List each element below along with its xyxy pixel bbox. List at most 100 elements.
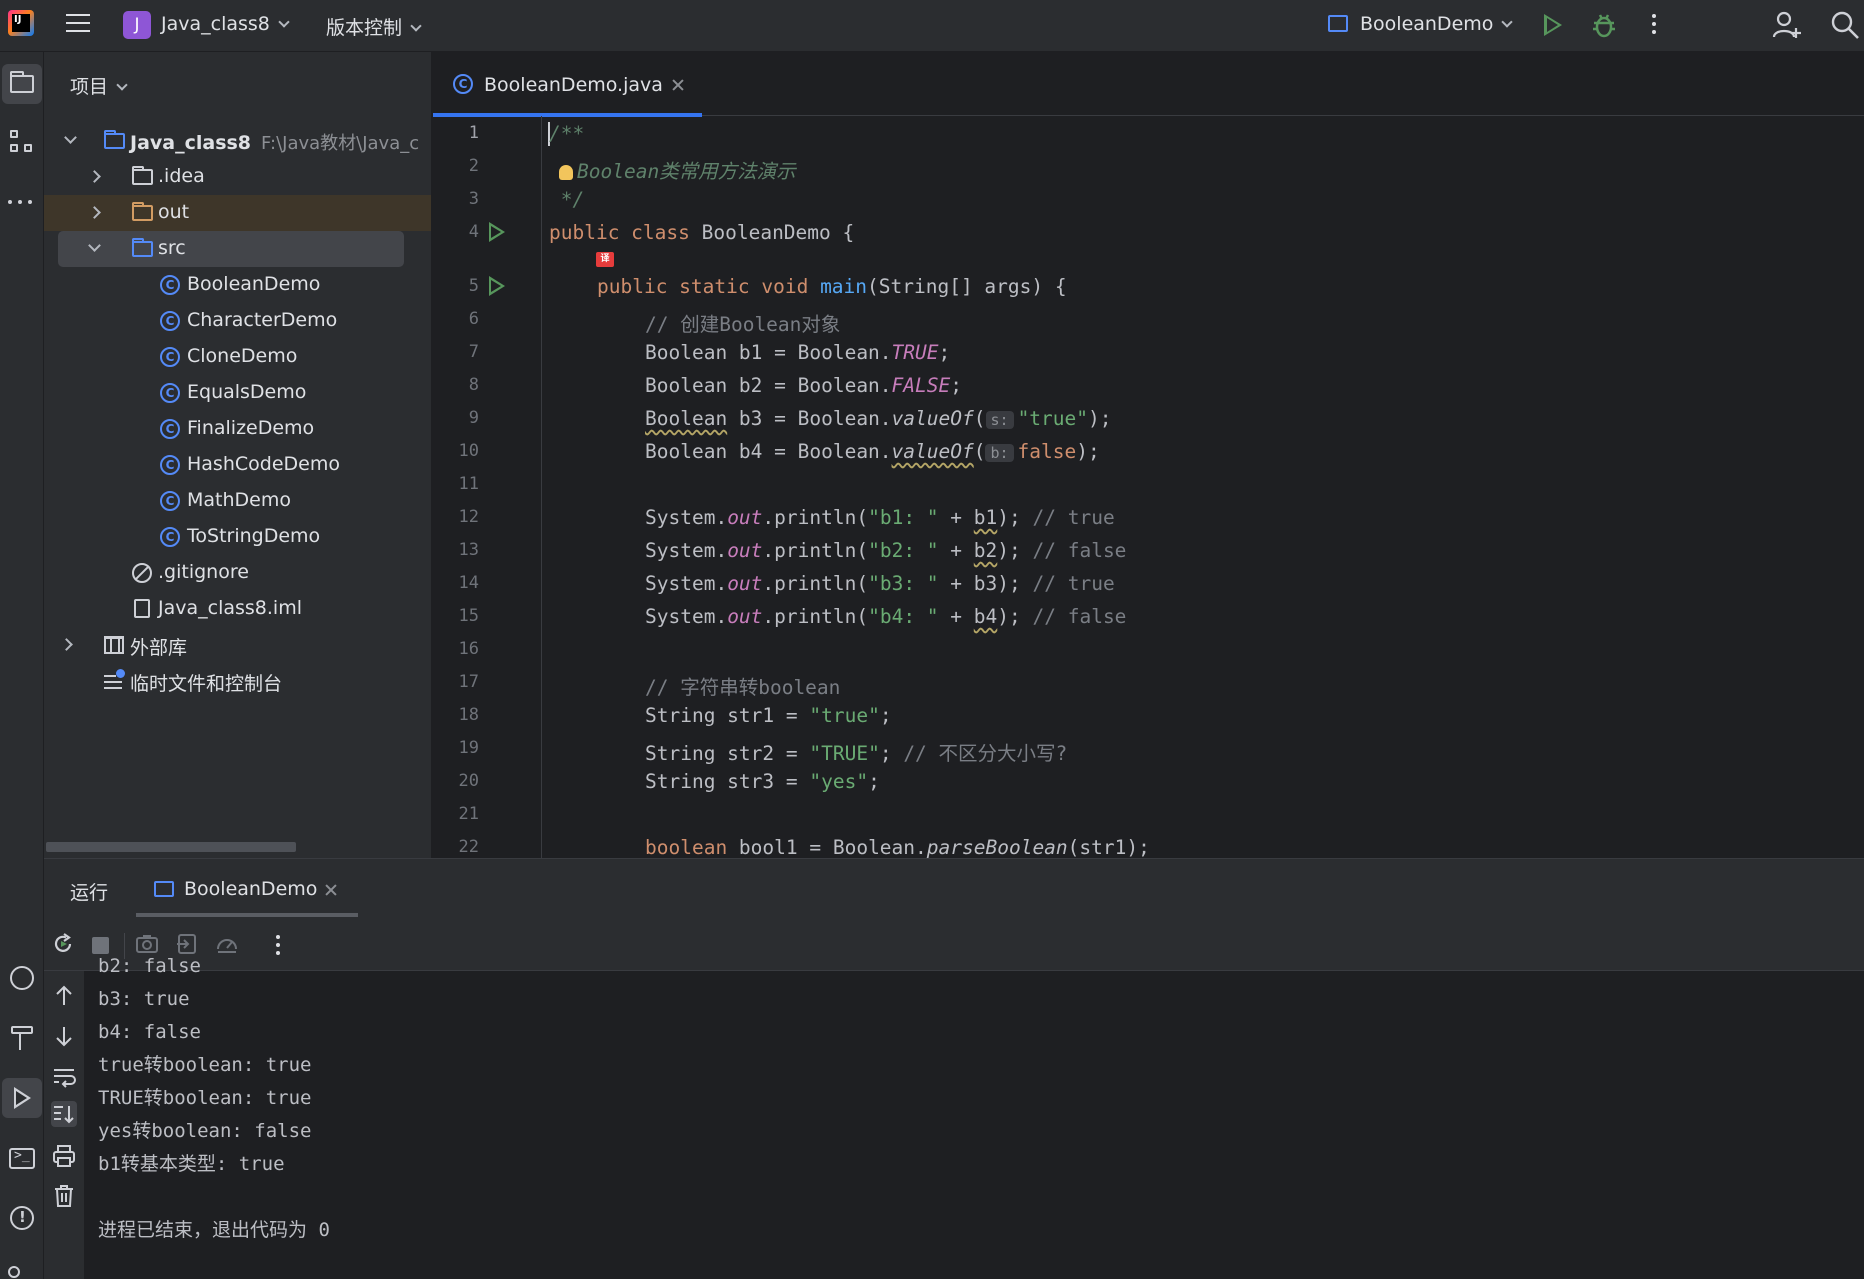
code-line-12[interactable]: System.out.println("b1: " + b1); // true xyxy=(645,506,1115,529)
tree-item-class[interactable]: C CharacterDemo xyxy=(44,303,431,339)
console-line: 进程已结束，退出代码为 0 xyxy=(98,1219,330,1241)
print-icon[interactable] xyxy=(51,1143,77,1169)
collapse-arrow-icon[interactable] xyxy=(88,239,101,252)
code-line-9[interactable]: Boolean b3 = Boolean.valueOf(s: "true"); xyxy=(645,407,1112,430)
run-panel-title: 运行 xyxy=(70,882,109,904)
services-tool-button[interactable] xyxy=(2,958,42,998)
java-class-icon: C xyxy=(160,275,180,295)
left-tool-strip xyxy=(0,52,44,1279)
tree-item-class[interactable]: C CloneDemo xyxy=(44,339,431,375)
tree-item-scratches[interactable]: 临时文件和控制台 xyxy=(44,663,431,699)
code-line-2[interactable]: Boolean类常用方法演示 xyxy=(559,155,796,184)
build-tool-button[interactable] xyxy=(2,1018,42,1058)
run-tab-booleandemo[interactable]: BooleanDemo xyxy=(136,859,358,919)
tree-item-src[interactable]: src xyxy=(58,231,404,267)
code-line-13[interactable]: System.out.println("b2: " + b2); // fals… xyxy=(645,539,1126,562)
code-line-8[interactable]: Boolean b2 = Boolean.FALSE; xyxy=(645,374,962,397)
title-bar: IJ J Java_class8 版本控制 BooleanDemo xyxy=(0,0,1864,52)
more-tools-icon[interactable] xyxy=(2,182,42,222)
trash-icon[interactable] xyxy=(51,1183,77,1209)
code-line-18[interactable]: String str1 = "true"; xyxy=(645,704,892,727)
tree-item-class[interactable]: C HashCodeDemo xyxy=(44,447,431,483)
project-badge[interactable]: J xyxy=(123,11,151,39)
tree-item-label: EqualsDemo xyxy=(187,381,307,403)
scroll-to-end-icon[interactable] xyxy=(51,1101,77,1127)
close-icon[interactable] xyxy=(671,78,685,92)
structure-tool-button[interactable] xyxy=(2,122,42,162)
expand-arrow-icon[interactable] xyxy=(88,206,101,219)
code-line-4[interactable]: public class BooleanDemo { xyxy=(549,221,854,244)
terminal-tool-button[interactable] xyxy=(2,1138,42,1178)
run-config-selector[interactable]: BooleanDemo xyxy=(1360,13,1514,35)
tree-item-label: 临时文件和控制台 xyxy=(130,673,283,695)
code-line-7[interactable]: Boolean b1 = Boolean.TRUE; xyxy=(645,341,950,364)
tree-item-label: MathDemo xyxy=(187,489,291,511)
java-class-icon: C xyxy=(160,311,180,331)
code-line-14[interactable]: System.out.println("b3: " + b3); // true xyxy=(645,572,1115,595)
tree-item-iml[interactable]: Java_class8.iml xyxy=(44,591,431,627)
code-line-15[interactable]: System.out.println("b4: " + b4); // fals… xyxy=(645,605,1126,628)
tree-item-class[interactable]: C EqualsDemo xyxy=(44,375,431,411)
lightbulb-icon[interactable] xyxy=(559,165,573,180)
debug-icon[interactable] xyxy=(1590,11,1618,39)
problems-tool-button[interactable] xyxy=(2,1198,42,1238)
indent-guide xyxy=(541,116,542,858)
tree-item-out[interactable]: out xyxy=(44,195,431,231)
code-line-5[interactable]: public static void main(String[] args) { xyxy=(597,275,1067,298)
tree-item-class[interactable]: C FinalizeDemo xyxy=(44,411,431,447)
code-line-1[interactable]: /** xyxy=(549,122,584,145)
java-class-icon: C xyxy=(160,383,180,403)
close-icon[interactable] xyxy=(324,883,338,897)
tree-root[interactable]: Java_class8 F:\Java教材\Java_c xyxy=(44,123,431,159)
tree-item-gitignore[interactable]: .gitignore xyxy=(44,555,431,591)
collapse-arrow-icon[interactable] xyxy=(64,131,77,144)
line-number: 6 xyxy=(468,309,479,329)
tree-item-idea[interactable]: .idea xyxy=(44,159,431,195)
rerun-icon[interactable] xyxy=(52,933,74,955)
project-selector[interactable]: Java_class8 xyxy=(161,13,290,35)
run-class-gutter-icon[interactable] xyxy=(489,222,505,242)
editor-tab-booleandemo[interactable]: C BooleanDemo.java xyxy=(433,52,702,117)
add-user-icon[interactable] xyxy=(1772,10,1802,40)
line-number: 3 xyxy=(468,189,479,209)
vcs-menu[interactable]: 版本控制 xyxy=(326,13,422,40)
console-line: b4: false xyxy=(98,1021,201,1043)
code-editor: C BooleanDemo.java 1 2 3 4 5 6 7 8 9 10 … xyxy=(433,52,1864,858)
soft-wrap-icon[interactable] xyxy=(51,1063,77,1089)
expand-arrow-icon[interactable] xyxy=(88,170,101,183)
run-main-gutter-icon[interactable] xyxy=(489,276,505,296)
code-line-6[interactable]: // 创建Boolean对象 xyxy=(645,308,840,337)
arrow-up-icon[interactable] xyxy=(51,983,77,1009)
main-menu-icon[interactable] xyxy=(66,14,90,34)
project-panel-title: 项目 xyxy=(70,76,109,98)
module-folder-icon xyxy=(104,130,125,149)
console-line: yes转boolean: false xyxy=(98,1120,312,1142)
tree-item-class[interactable]: C BooleanDemo xyxy=(44,267,431,303)
code-line-3[interactable]: */ xyxy=(549,188,585,211)
search-icon[interactable] xyxy=(1830,10,1860,40)
tree-item-class[interactable]: C MathDemo xyxy=(44,483,431,519)
more-actions-icon[interactable] xyxy=(1652,14,1656,38)
project-view-selector[interactable]: 项目 xyxy=(70,72,128,99)
code-line-20[interactable]: String str3 = "yes"; xyxy=(645,770,880,793)
translate-badge[interactable]: 译 xyxy=(596,252,614,267)
git-tool-button[interactable] xyxy=(2,1252,42,1279)
tree-item-label: .idea xyxy=(158,165,205,187)
tree-item-external-libs[interactable]: 外部库 xyxy=(44,627,431,663)
project-tool-button[interactable] xyxy=(2,64,42,104)
code-line-22[interactable]: boolean bool1 = Boolean.parseBoolean(str… xyxy=(645,836,1150,858)
tree-root-name: Java_class8 xyxy=(130,132,252,154)
ignore-file-icon xyxy=(132,563,152,583)
line-number: 9 xyxy=(468,408,479,428)
code-line-17[interactable]: // 字符串转boolean xyxy=(645,671,840,700)
expand-arrow-icon[interactable] xyxy=(60,638,73,651)
code-line-19[interactable]: String str2 = "TRUE"; // 不区分大小写? xyxy=(645,737,1067,766)
tree-item-class[interactable]: C ToStringDemo xyxy=(44,519,431,555)
arrow-down-icon[interactable] xyxy=(51,1023,77,1049)
run-tool-button[interactable] xyxy=(2,1078,42,1118)
intellij-logo-icon[interactable]: IJ xyxy=(8,10,34,36)
code-line-10[interactable]: Boolean b4 = Boolean.valueOf(b: false); xyxy=(645,440,1100,463)
console-output[interactable]: b2: false b3: true b4: false true转boolea… xyxy=(98,950,330,1247)
run-icon[interactable] xyxy=(1544,14,1562,36)
horizontal-scrollbar[interactable] xyxy=(46,842,296,852)
